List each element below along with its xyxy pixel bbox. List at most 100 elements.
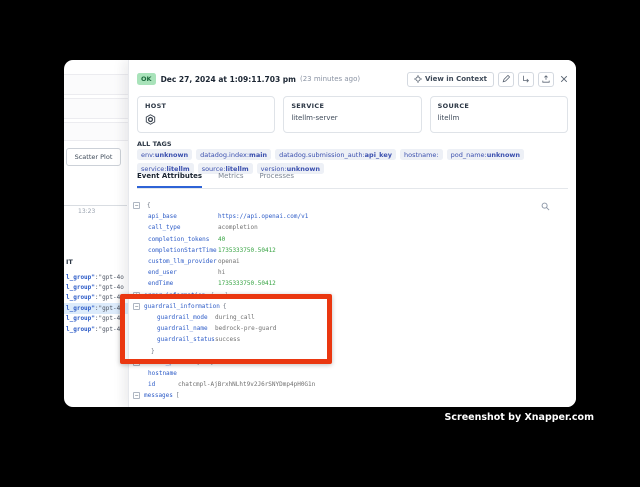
json-row: −messages[ [129, 390, 576, 401]
export-button[interactable] [538, 72, 554, 87]
json-row: + error_information {...} [129, 290, 576, 301]
host-card-label: HOST [145, 102, 267, 110]
tag-pill[interactable]: datadog.index:main [196, 149, 271, 160]
crosshair-icon [414, 75, 422, 83]
json-key: hidden_params [144, 359, 191, 366]
json-key: guardrail_name [157, 325, 215, 332]
json-key: guardrail_mode [157, 314, 215, 321]
source-card-value: litellm [438, 114, 560, 122]
json-value: {...} [196, 359, 214, 366]
json-key: completionStartTime [148, 247, 218, 254]
service-card[interactable]: SERVICE litellm-server [283, 96, 421, 133]
json-key: hostname [148, 370, 177, 377]
chart-x-axis [64, 205, 127, 206]
background-field [64, 74, 130, 95]
json-row: hostname [129, 368, 576, 379]
json-row: completionStartTime1735333750.50412 [129, 245, 576, 256]
background-field [64, 98, 130, 119]
search-button[interactable] [541, 202, 550, 211]
background-field [64, 122, 130, 141]
export-icon [542, 75, 550, 83]
relative-time: (23 minutes ago) [300, 75, 360, 83]
magnifier-icon [541, 202, 550, 211]
collapse-icon[interactable]: − [133, 392, 140, 399]
json-row: custom_llm_provideropenai [129, 256, 576, 267]
json-row: call_typeacompletion [129, 222, 576, 233]
json-bracket: [ [176, 392, 180, 399]
log-list-header: IT [66, 258, 73, 266]
tag-pill[interactable]: pod_name:unknown [447, 149, 524, 160]
json-row: endTime1735333750.50412 [129, 278, 576, 289]
json-row: completion_tokens40 [129, 234, 576, 245]
log-list-item[interactable]: l_group":"gpt-4o [64, 282, 128, 292]
json-value: {...} [210, 292, 228, 299]
json-row: guardrail_statussuccess [129, 334, 576, 345]
json-key: id [148, 381, 178, 388]
tab-metrics[interactable]: Metrics [218, 172, 243, 188]
event-timestamp: Dec 27, 2024 at 1:09:11.703 pm [161, 75, 296, 84]
json-key: completion_tokens [148, 236, 218, 243]
json-bracket: { [223, 303, 227, 310]
tag-pill[interactable]: datadog.submission_auth:api_key [275, 149, 396, 160]
log-list-item[interactable]: l_group":"gpt-4 [64, 293, 128, 303]
json-key: error_information [144, 292, 205, 299]
correlate-button[interactable] [518, 72, 534, 87]
json-value: 1735333750.50412 [218, 280, 276, 287]
json-row: guardrail_namebedrock-pre-guard [129, 323, 576, 334]
tags-list: env:unknown datadog.index:main datadog.sub… [137, 149, 573, 174]
json-value: 1735333750.50412 [218, 247, 276, 254]
event-detail-panel: OK Dec 27, 2024 at 1:09:11.703 pm (23 mi… [128, 60, 576, 407]
tag-pill[interactable]: env:unknown [137, 149, 192, 160]
source-card[interactable]: SOURCE litellm [430, 96, 568, 133]
pencil-icon [502, 75, 510, 83]
correlate-icon [522, 75, 530, 83]
collapse-icon[interactable]: − [133, 202, 140, 209]
view-in-context-label: View in Context [425, 75, 487, 83]
log-list: l_group":"gpt-4ol_group":"gpt-4ol_group"… [64, 272, 128, 334]
collapse-icon[interactable]: − [133, 303, 140, 310]
json-key: call_type [148, 224, 218, 231]
tag-pill[interactable]: hostname: [400, 149, 443, 160]
json-value: chatcmpl-AjBrxhNLht9v2J6rSNYDmp4pH0G1n [178, 381, 315, 388]
json-row: −{ [129, 200, 576, 211]
host-card[interactable]: HOST [137, 96, 275, 133]
log-list-item[interactable]: l_group":"gpt-4o [64, 272, 128, 282]
tab-processes[interactable]: Processes [260, 172, 295, 188]
json-row: end_userhi [129, 267, 576, 278]
axis-tick-label: 13:23 [78, 208, 95, 215]
json-value: openai [218, 258, 240, 265]
json-row: −guardrail_information{ [129, 301, 576, 312]
edit-button[interactable] [498, 72, 514, 87]
json-key: messages [144, 392, 173, 399]
source-card-label: SOURCE [438, 102, 560, 110]
json-value[interactable]: https://api.openai.com/v1 [218, 213, 308, 220]
event-detail-window: Scatter Plot 13:23 IT l_group":"gpt-4ol_… [64, 60, 576, 407]
tab-event-attributes[interactable]: Event Attributes [137, 172, 202, 188]
log-list-item[interactable]: l_group":"gpt-4 [64, 314, 128, 324]
json-value: bedrock-pre-guard [215, 325, 276, 332]
json-value: success [215, 336, 240, 343]
log-list-item[interactable]: l_group":"gpt-4 [64, 303, 128, 313]
tab-bar: Event Attributes Metrics Processes [137, 172, 568, 189]
view-in-context-button[interactable]: View in Context [407, 72, 494, 87]
json-key: endTime [148, 280, 218, 287]
json-key: api_base [148, 213, 218, 220]
json-row: idchatcmpl-AjBrxhNLht9v2J6rSNYDmp4pH0G1n [129, 379, 576, 390]
expand-icon[interactable]: + [133, 292, 140, 299]
json-value: acompletion [218, 224, 258, 231]
json-key: guardrail_information [144, 303, 220, 310]
scatter-plot-button[interactable]: Scatter Plot [66, 148, 121, 166]
json-value: hi [218, 269, 225, 276]
status-badge: OK [137, 73, 156, 85]
watermark-text: Screenshot by Xnapper.com [445, 412, 594, 423]
event-header: OK Dec 27, 2024 at 1:09:11.703 pm (23 mi… [137, 70, 568, 88]
log-list-item[interactable]: l_group":"gpt-4 [64, 324, 128, 334]
json-bracket: } [151, 348, 155, 355]
json-value: 40 [218, 236, 225, 243]
close-button[interactable] [560, 75, 568, 83]
expand-icon[interactable]: + [133, 359, 140, 366]
json-row: + hidden_params {...} [129, 357, 576, 368]
json-key: end_user [148, 269, 218, 276]
json-bracket: { [147, 202, 151, 209]
json-row: api_basehttps://api.openai.com/v1 [129, 211, 576, 222]
